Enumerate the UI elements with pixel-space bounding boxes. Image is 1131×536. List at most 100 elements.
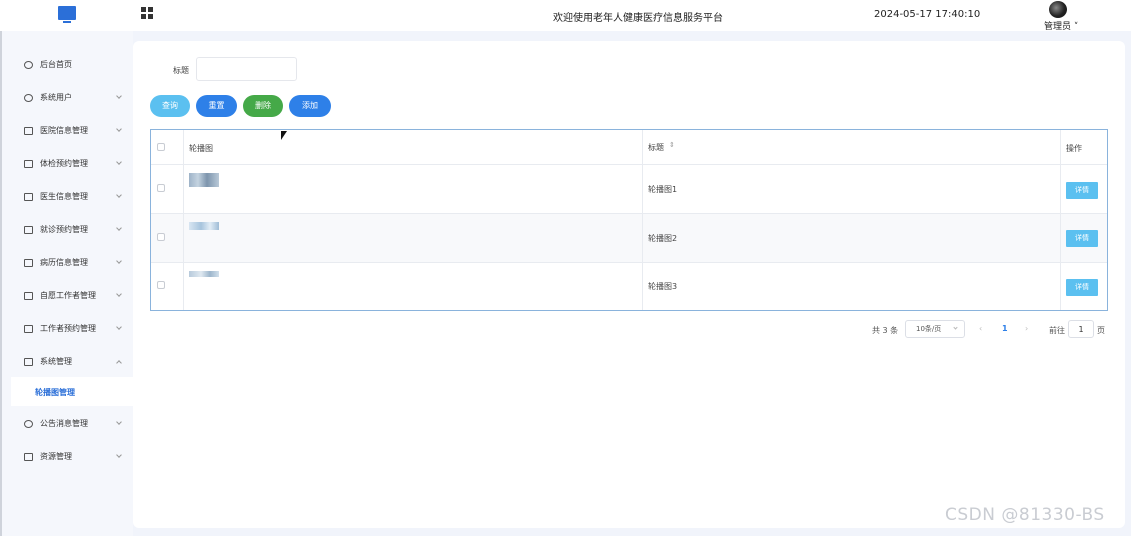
- chevron-down-icon: ˅: [1071, 22, 1079, 32]
- row-title: 轮播图2: [648, 234, 678, 243]
- datetime: 2024-05-17 17:40:10: [874, 9, 981, 20]
- goto-page-input[interactable]: [1068, 320, 1094, 338]
- sidebar-item-label: 资源管理: [40, 452, 72, 461]
- sidebar-item-label: 体检预约管理: [40, 159, 88, 168]
- chevron-down-icon: [116, 258, 122, 264]
- sidebar-item-announcements[interactable]: 公告消息管理: [2, 407, 133, 440]
- mouse-cursor: [281, 131, 287, 140]
- chevron-down-icon: [116, 291, 122, 297]
- window-icon: [24, 324, 33, 333]
- page-number-current[interactable]: 1: [1002, 324, 1008, 342]
- sidebar-subitem-label: 轮播图管理: [35, 388, 75, 397]
- goto-unit-label: 页: [1097, 326, 1105, 335]
- sidebar-item-label: 医生信息管理: [40, 192, 88, 201]
- top-bar: 欢迎使用老年人健康医疗信息服务平台 2024-05-17 17:40:10 管理…: [0, 0, 1131, 32]
- table-row: 轮播图1 详情: [151, 165, 1107, 214]
- site-title: 欢迎使用老年人健康医疗信息服务平台: [553, 13, 723, 24]
- watermark: CSDN @81330-BS: [945, 505, 1105, 525]
- column-divider: [1060, 130, 1061, 310]
- column-header-actions: 操作: [1066, 144, 1082, 153]
- page-size-select[interactable]: 10条/页: [905, 320, 965, 338]
- folder-icon: [24, 357, 33, 366]
- row-title: 轮播图3: [648, 282, 678, 291]
- chevron-down-icon: [953, 325, 958, 330]
- reset-button[interactable]: 重置: [196, 95, 237, 117]
- query-button[interactable]: 查询: [150, 95, 190, 117]
- clock-icon: [24, 60, 33, 69]
- sidebar: 后台首页 系统用户 医院信息管理 体检预约管理 医生信息管理 就诊预约管理 病历…: [0, 31, 135, 536]
- chevron-down-icon: [116, 324, 122, 330]
- box-icon: [24, 452, 33, 461]
- add-button[interactable]: 添加: [289, 95, 331, 117]
- sidebar-item-label: 自愿工作者管理: [40, 291, 96, 300]
- sidebar-item-doctor[interactable]: 医生信息管理: [2, 180, 133, 213]
- main-panel: 标题 查询 重置 删除 添加 轮播图 标题 ⇕ 操作 轮播图1 详情 轮播图2 …: [133, 41, 1125, 528]
- window-icon: [24, 126, 33, 135]
- sidebar-item-hospital[interactable]: 医院信息管理: [2, 114, 133, 147]
- goto-label: 前往: [1049, 326, 1065, 335]
- window-icon: [24, 225, 33, 234]
- chevron-up-icon: [116, 360, 122, 366]
- sidebar-item-appointment[interactable]: 就诊预约管理: [2, 213, 133, 246]
- chevron-down-icon: [116, 126, 122, 132]
- select-all-checkbox[interactable]: [157, 143, 165, 151]
- detail-button[interactable]: 详情: [1066, 230, 1098, 247]
- chevron-down-icon: [116, 159, 122, 165]
- window-icon: [24, 192, 33, 201]
- detail-button[interactable]: 详情: [1066, 279, 1098, 296]
- sidebar-item-label: 后台首页: [40, 60, 72, 69]
- sidebar-item-records[interactable]: 病历信息管理: [2, 246, 133, 279]
- sidebar-item-worker-appointment[interactable]: 工作者预约管理: [2, 312, 133, 345]
- sort-icon[interactable]: ⇕: [669, 141, 675, 149]
- table-header: 轮播图 标题 ⇕ 操作: [151, 130, 1107, 165]
- sidebar-item-checkup[interactable]: 体检预约管理: [2, 147, 133, 180]
- page-size-value: 10条/页: [916, 325, 942, 333]
- chevron-down-icon: [116, 419, 122, 425]
- sidebar-item-volunteers[interactable]: 自愿工作者管理: [2, 279, 133, 312]
- chevron-down-icon: [116, 452, 122, 458]
- user-icon: [24, 93, 33, 102]
- row-checkbox[interactable]: [157, 184, 165, 192]
- avatar[interactable]: [1049, 1, 1067, 18]
- sidebar-item-label: 病历信息管理: [40, 258, 88, 267]
- sidebar-subitem-carousel[interactable]: 轮播图管理: [11, 377, 135, 406]
- user-name: 管理员: [1044, 22, 1072, 32]
- sidebar-item-label: 系统用户: [40, 93, 72, 102]
- sidebar-item-label: 系统管理: [40, 357, 72, 366]
- chevron-down-icon: [116, 192, 122, 198]
- pagination-total: 共 3 条: [872, 326, 899, 335]
- carousel-thumbnail[interactable]: [189, 173, 219, 187]
- sidebar-item-label: 工作者预约管理: [40, 324, 96, 333]
- row-title: 轮播图1: [648, 185, 678, 194]
- detail-button[interactable]: 详情: [1066, 182, 1098, 199]
- chevron-down-icon: [116, 225, 122, 231]
- grid-icon[interactable]: [141, 7, 153, 19]
- window-icon: [24, 258, 33, 267]
- chevron-down-icon: [116, 93, 122, 99]
- table-row: 轮播图2 详情: [151, 214, 1107, 263]
- next-page-button[interactable]: ›: [1025, 324, 1028, 342]
- table-row: 轮播图3 详情: [151, 263, 1107, 312]
- user-menu[interactable]: 管理员 ˅: [1044, 19, 1078, 32]
- carousel-thumbnail[interactable]: [189, 271, 219, 277]
- carousel-thumbnail[interactable]: [189, 222, 219, 230]
- column-header-image: 轮播图: [189, 144, 213, 153]
- sparkle-icon: [24, 419, 33, 428]
- column-header-title[interactable]: 标题: [648, 142, 664, 153]
- sidebar-item-label: 医院信息管理: [40, 126, 88, 135]
- sidebar-item-label: 就诊预约管理: [40, 225, 88, 234]
- delete-button[interactable]: 删除: [243, 95, 283, 117]
- sidebar-item-label: 公告消息管理: [40, 419, 88, 428]
- sidebar-item-system-management[interactable]: 系统管理: [2, 345, 133, 378]
- row-checkbox[interactable]: [157, 233, 165, 241]
- search-label: 标题: [173, 66, 189, 75]
- title-search-input[interactable]: [196, 57, 297, 81]
- sidebar-item-home[interactable]: 后台首页: [2, 48, 133, 81]
- window-icon: [24, 159, 33, 168]
- prev-page-button[interactable]: ‹: [979, 324, 982, 342]
- row-checkbox[interactable]: [157, 281, 165, 289]
- sidebar-item-system-users[interactable]: 系统用户: [2, 81, 133, 114]
- window-icon: [24, 291, 33, 300]
- monitor-icon[interactable]: [58, 6, 76, 23]
- sidebar-item-resources[interactable]: 资源管理: [2, 440, 133, 473]
